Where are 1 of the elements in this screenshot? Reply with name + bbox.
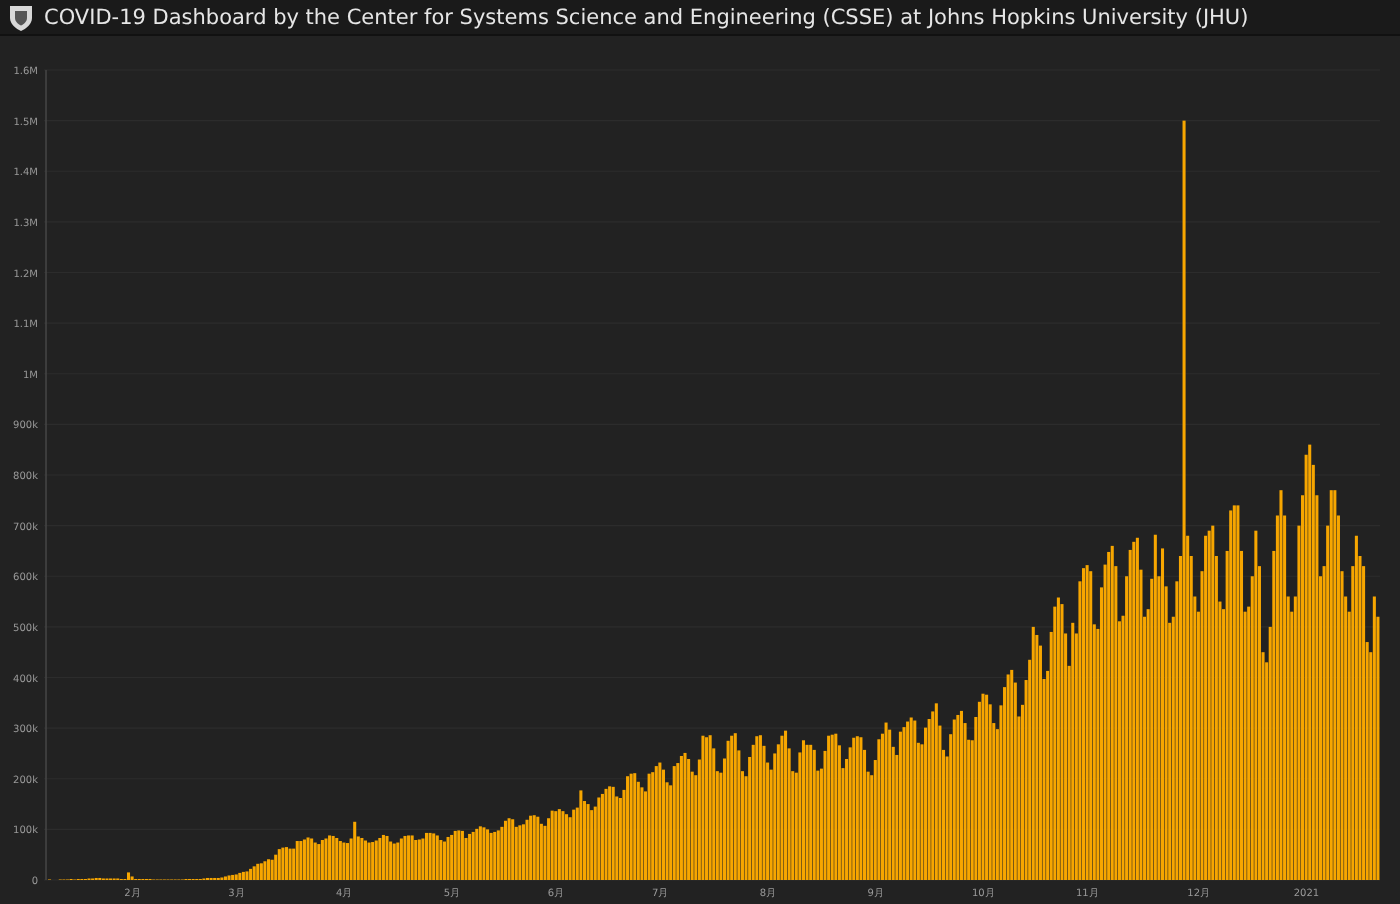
window-title: COVID-19 Dashboard by the Center for Systems Science and Engineering (CSSE) at Johns Hopkins University (JHU) (44, 5, 1249, 29)
